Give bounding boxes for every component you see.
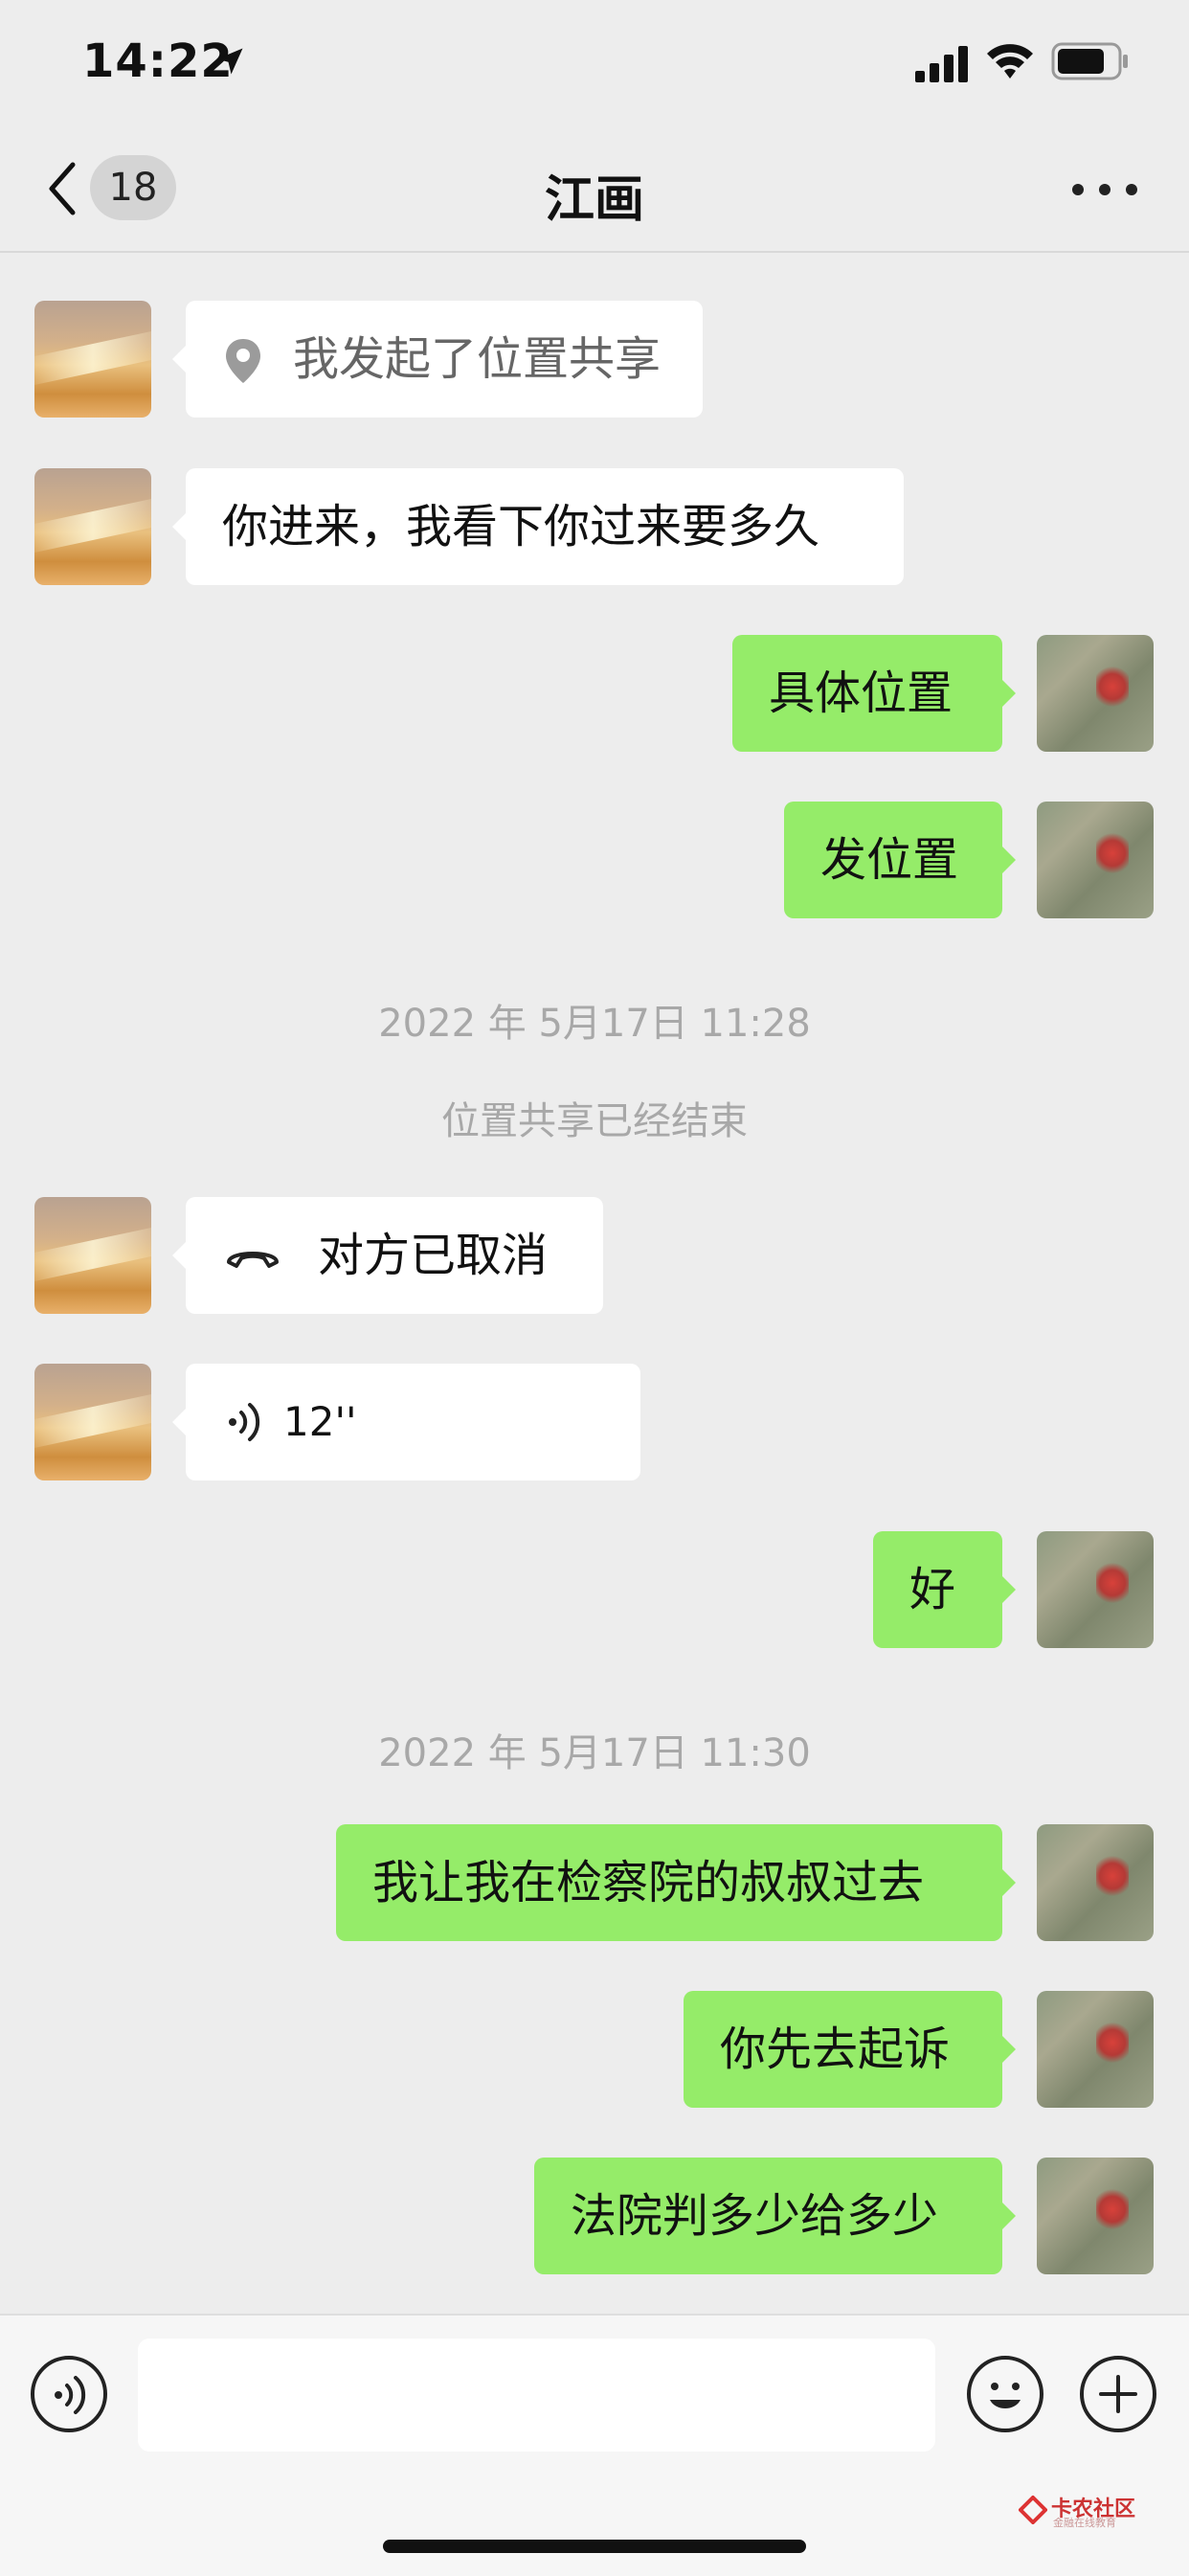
message-text: 我发起了位置共享 (293, 332, 662, 386)
contact-avatar[interactable] (34, 1364, 151, 1480)
status-time: 14:22 (82, 34, 234, 88)
contact-avatar[interactable] (34, 1197, 151, 1314)
chat-message-list[interactable]: 我发起了位置共享 你进来，我看下你过来要多久 具体位置 发位置 2022 年 5… (0, 253, 1189, 2312)
location-arrow-icon (216, 48, 243, 75)
dot-icon (1072, 184, 1084, 195)
my-avatar[interactable] (1037, 2158, 1154, 2274)
timestamp-divider: 2022 年 5月17日 11:28 (378, 1002, 811, 1046)
my-avatar[interactable] (1037, 1991, 1154, 2108)
voice-input-button[interactable] (31, 2356, 107, 2432)
sent-message[interactable]: 你先去起诉 (684, 1991, 1016, 2108)
system-notice: 位置共享已经结束 (441, 1099, 748, 1143)
input-bar: 卡农社区 金融在线教育 (0, 2314, 1189, 2576)
message-text: 发位置 (820, 833, 959, 887)
my-avatar[interactable] (1037, 635, 1154, 752)
dot-icon (1126, 184, 1137, 195)
sent-message[interactable]: 我让我在检察院的叔叔过去 (336, 1824, 1016, 1941)
voice-wave-icon (229, 1403, 260, 1441)
location-pin-icon (226, 339, 260, 383)
more-options-button[interactable] (1072, 174, 1137, 203)
voice-message[interactable]: 12'' (172, 1364, 640, 1480)
voice-wave-icon (55, 2376, 86, 2414)
message-text: 具体位置 (769, 667, 953, 720)
sent-message[interactable]: 具体位置 (732, 635, 1016, 752)
smiley-face-icon (990, 2383, 1021, 2408)
contact-avatar[interactable] (34, 468, 151, 585)
voice-duration: 12'' (283, 1398, 357, 1445)
plus-icon (1099, 2375, 1137, 2413)
battery-icon (1051, 42, 1128, 80)
sent-message[interactable]: 发位置 (784, 802, 1016, 918)
message-text: 好 (909, 1563, 956, 1616)
wifi-icon (987, 44, 1033, 79)
contact-avatar[interactable] (34, 301, 151, 418)
message-text: 法院判多少给多少 (571, 2189, 939, 2243)
watermark-logo-icon (1019, 2496, 1047, 2524)
watermark-subtitle: 金融在线教育 (1053, 2517, 1116, 2529)
message-text: 我让我在检察院的叔叔过去 (372, 1856, 925, 1909)
message-input[interactable] (138, 2339, 935, 2452)
dot-icon (1099, 184, 1110, 195)
cellular-signal-icon (915, 46, 968, 82)
location-share-message[interactable]: 我发起了位置共享 (172, 301, 703, 418)
chat-title: 江画 (544, 171, 644, 229)
status-bar: 14:22 (0, 0, 1189, 124)
my-avatar[interactable] (1037, 1531, 1154, 1648)
call-record-message[interactable]: 对方已取消 (172, 1197, 603, 1314)
timestamp-divider: 2022 年 5月17日 11:30 (378, 1731, 811, 1775)
received-message[interactable]: 你进来，我看下你过来要多久 (172, 468, 904, 585)
sent-message[interactable]: 法院判多少给多少 (534, 2158, 1016, 2274)
message-text: 对方已取消 (318, 1229, 549, 1282)
phone-hangup-icon (227, 1252, 279, 1268)
message-text: 你进来，我看下你过来要多久 (222, 500, 820, 554)
nav-bar: 18 江画 (0, 124, 1189, 253)
message-text: 你先去起诉 (720, 2022, 951, 2076)
sent-message[interactable]: 好 (873, 1531, 1016, 1648)
my-avatar[interactable] (1037, 802, 1154, 918)
home-indicator[interactable] (383, 2540, 806, 2553)
emoji-button[interactable] (967, 2356, 1043, 2432)
my-avatar[interactable] (1037, 1824, 1154, 1941)
add-more-button[interactable] (1080, 2356, 1156, 2432)
